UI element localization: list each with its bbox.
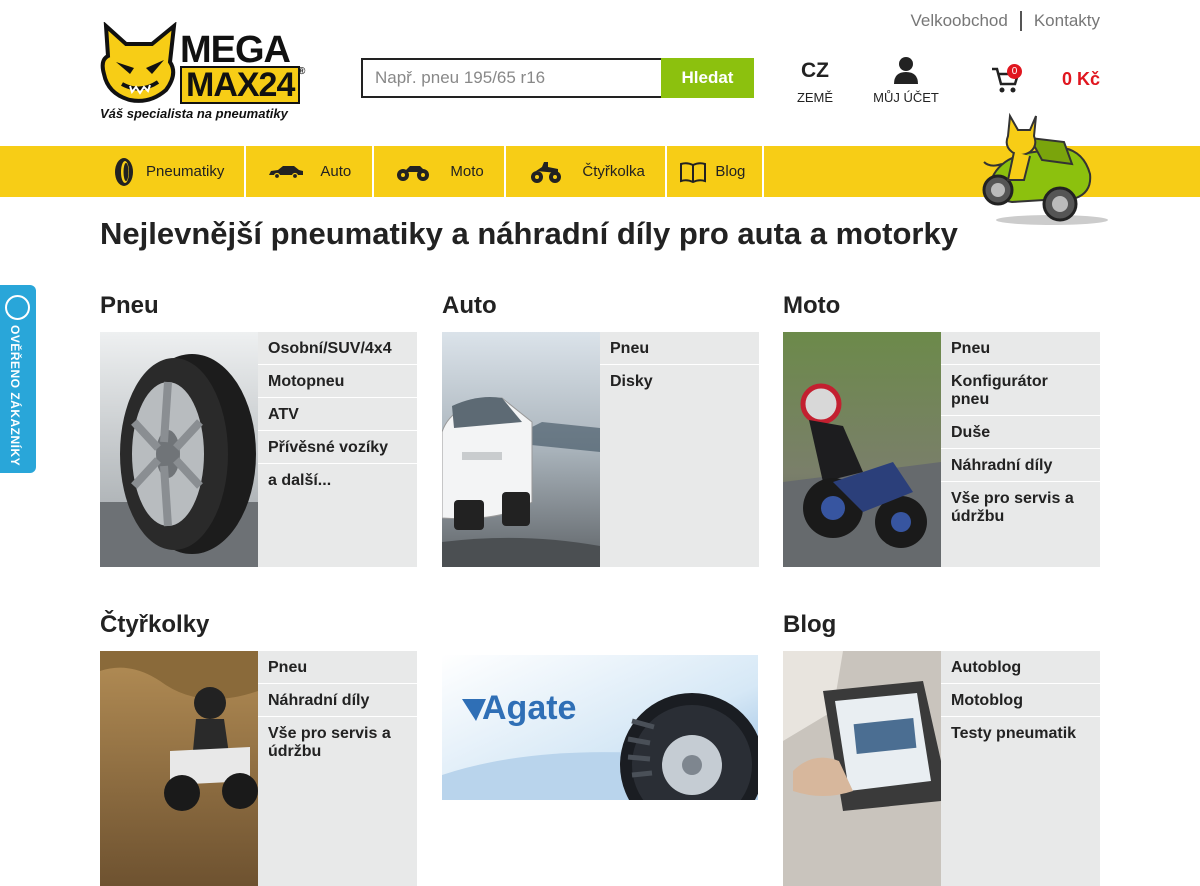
logo-link[interactable]: MEGA MAX24 ® Váš specialista na pneumati… <box>100 22 310 126</box>
page-title: Nejlevnější pneumatiky a náhradní díly p… <box>100 216 958 251</box>
nav-item-pneumatiky[interactable]: Pneumatiky <box>100 146 247 197</box>
nav-label: Auto <box>320 163 352 180</box>
country-label: ZEMĚ <box>796 90 834 105</box>
verified-seal-icon <box>5 295 30 320</box>
country-selector[interactable]: CZ ZEMĚ <box>790 56 840 105</box>
motorcycle-icon <box>396 162 430 182</box>
category-link[interactable]: Disky <box>600 365 759 397</box>
top-links-divider <box>1019 11 1022 31</box>
category-links: Pneu Konfigurátor pneu Duše Náhradní díl… <box>941 332 1100 567</box>
cart-total[interactable]: 0 Kč <box>1062 69 1100 90</box>
car-image[interactable] <box>442 332 600 567</box>
category-link[interactable]: a další... <box>258 464 417 496</box>
category-links: Osobní/SUV/4x4 Motopneu ATV Přívěsné voz… <box>258 332 417 567</box>
logo-registered-mark: ® <box>298 66 306 77</box>
logo-text-max24: MAX24 <box>180 66 301 104</box>
category-links: Pneu Náhradní díly Vše pro servis a údrž… <box>258 651 417 886</box>
category-link[interactable]: Motoblog <box>941 684 1100 717</box>
category-title: Blog <box>783 611 837 638</box>
nav-label: Moto <box>450 163 484 180</box>
category-link[interactable]: Duše <box>941 416 1100 449</box>
nav-label: Blog <box>715 163 746 180</box>
banner-brand-text: Agate <box>482 689 577 727</box>
nav-label: Čtyřkolka <box>582 163 645 180</box>
top-links: Velkoobchod Kontakty <box>910 11 1100 31</box>
agate-banner[interactable]: Agate <box>442 655 758 800</box>
category-link[interactable]: Testy pneumatik <box>941 717 1100 749</box>
verified-reviews-badge[interactable]: OVĚŘENO ZÁKAZNÍKY <box>0 285 36 473</box>
category-link[interactable]: Osobní/SUV/4x4 <box>258 332 417 365</box>
account-button[interactable]: MŮJ ÚČET <box>866 56 946 105</box>
nav-item-blog[interactable]: Blog <box>667 146 765 197</box>
category-link[interactable]: Náhradní díly <box>941 449 1100 482</box>
category-title: Čtyřkolky <box>100 611 210 638</box>
logo-text-mega: MEGA <box>180 29 291 71</box>
book-icon <box>679 161 707 183</box>
category-link[interactable]: Pneu <box>600 332 759 365</box>
tire-image[interactable] <box>100 332 258 567</box>
mascot-scooter-icon <box>982 112 1108 225</box>
category-link[interactable]: Vše pro servis a údržbu <box>941 482 1100 532</box>
logo-cat-icon <box>100 22 177 103</box>
cart-count-badge: 0 <box>1007 64 1022 79</box>
category-link[interactable]: ATV <box>258 398 417 431</box>
category-title: Auto <box>442 292 497 319</box>
nav-label: Pneumatiky <box>146 163 225 180</box>
category-link[interactable]: Přívěsné vozíky <box>258 431 417 464</box>
search-button[interactable]: Hledat <box>661 58 754 98</box>
category-link[interactable]: Autoblog <box>941 651 1100 684</box>
category-link[interactable]: Motopneu <box>258 365 417 398</box>
nav-item-moto[interactable]: Moto <box>374 146 507 197</box>
nav-item-auto[interactable]: Auto <box>246 146 375 197</box>
user-icon <box>866 56 946 90</box>
category-title: Moto <box>783 292 841 319</box>
category-title: Pneu <box>100 292 159 319</box>
search-input[interactable] <box>361 58 661 98</box>
category-card-auto: Auto Pneu Disky <box>442 292 759 567</box>
category-links: Pneu Disky <box>600 332 759 567</box>
logo-tagline: Váš specialista na pneumatiky <box>100 106 288 121</box>
category-link[interactable]: Vše pro servis a údržbu <box>258 717 417 767</box>
atv-image[interactable] <box>100 651 258 886</box>
search-form: Hledat <box>361 58 754 98</box>
tire-icon <box>114 157 134 187</box>
wholesale-link[interactable]: Velkoobchod <box>910 11 1007 31</box>
category-link[interactable]: Náhradní díly <box>258 684 417 717</box>
category-link[interactable]: Pneu <box>941 332 1100 365</box>
verified-badge-text: OVĚŘENO ZÁKAZNÍKY <box>8 325 22 467</box>
nav-item-ctyrkolka[interactable]: Čtyřkolka <box>506 146 668 197</box>
cart-button[interactable]: 0 <box>990 64 1022 99</box>
country-code: CZ <box>801 59 829 82</box>
atv-icon <box>530 160 562 184</box>
category-links: Autoblog Motoblog Testy pneumatik <box>941 651 1100 886</box>
category-card-blog: Blog Autoblog Motoblog Testy pneumatik <box>783 611 1100 886</box>
category-link[interactable]: Pneu <box>258 651 417 684</box>
motorcycle-image[interactable] <box>783 332 941 567</box>
category-card-moto: Moto Pneu Konfigurátor pneu Duše Náhradn… <box>783 292 1100 567</box>
tablet-image[interactable] <box>783 651 941 886</box>
category-card-pneu: Pneu Osobní/SUV/4x4 Motopneu ATV Přívěsn… <box>100 292 417 567</box>
car-icon <box>268 165 304 179</box>
contacts-link[interactable]: Kontakty <box>1034 11 1100 31</box>
category-link[interactable]: Konfigurátor pneu <box>941 365 1100 416</box>
account-label: MŮJ ÚČET <box>873 90 939 105</box>
category-card-ctyrkolky: Čtyřkolky Pneu Náhradní díly Vše pro ser… <box>100 611 417 886</box>
